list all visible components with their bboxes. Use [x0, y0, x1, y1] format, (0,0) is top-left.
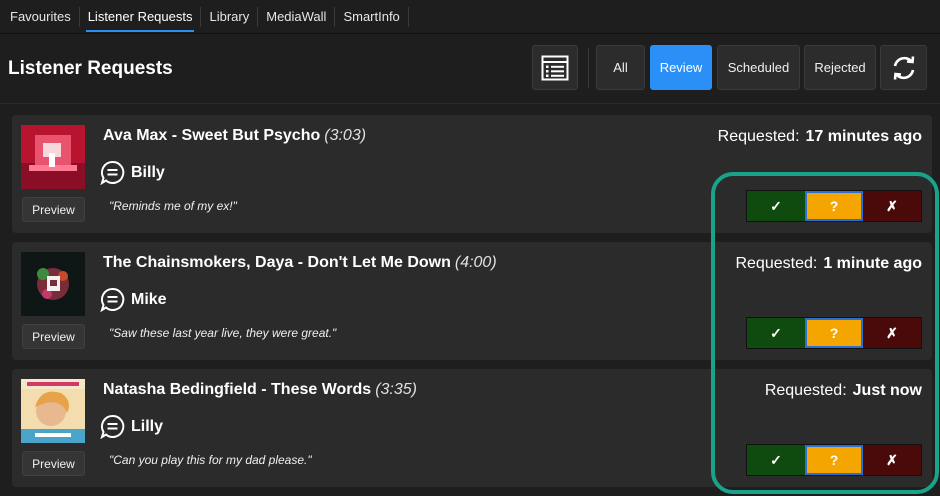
list-view-icon — [541, 55, 569, 80]
requester: Mike — [100, 287, 167, 312]
chat-bubble-icon — [100, 160, 125, 185]
filter-all-button[interactable]: All — [596, 45, 645, 90]
song-title: Ava Max - Sweet But Psycho (3:03) — [103, 127, 367, 144]
request-note: "Saw these last year live, they were gre… — [109, 326, 337, 340]
tab-listener-requests[interactable]: Listener Requests — [80, 6, 202, 32]
song-title: The Chainsmokers, Daya - Don't Let Me Do… — [103, 254, 497, 271]
tab-bar: Favourites Listener Requests Library Med… — [0, 0, 940, 34]
chat-bubble-icon — [100, 414, 125, 439]
album-art — [21, 125, 85, 189]
preview-button[interactable]: Preview — [22, 197, 85, 222]
tab-favourites[interactable]: Favourites — [2, 6, 80, 27]
tab-smartinfo[interactable]: SmartInfo — [335, 6, 409, 27]
requester: Billy — [100, 160, 165, 185]
list-view-button[interactable] — [532, 45, 578, 90]
preview-button[interactable]: Preview — [22, 324, 85, 349]
tab-mediawall[interactable]: MediaWall — [258, 6, 336, 27]
request-note: "Reminds me of my ex!" — [109, 199, 237, 213]
requester-name: Lilly — [131, 417, 164, 435]
header-divider — [588, 48, 589, 88]
song-title: Natasha Bedingfield - These Words (3:35) — [103, 381, 417, 398]
requester-name: Billy — [131, 163, 165, 181]
actions-highlight-outline — [711, 172, 939, 494]
chat-bubble-icon — [100, 287, 125, 312]
page-title: Listener Requests — [8, 58, 173, 79]
requester-name: Mike — [131, 290, 167, 308]
requested-time: Requested: 17 minutes ago — [717, 128, 922, 145]
tab-library[interactable]: Library — [201, 6, 259, 27]
filter-scheduled-button[interactable]: Scheduled — [717, 45, 800, 90]
refresh-icon — [893, 55, 914, 80]
album-art — [21, 252, 85, 316]
page-header: Listener Requests All Review Scheduled R… — [0, 34, 940, 104]
album-art — [21, 379, 85, 443]
filter-review-button[interactable]: Review — [650, 45, 712, 90]
requester: Lilly — [100, 414, 163, 439]
refresh-button[interactable] — [880, 45, 927, 90]
filter-rejected-button[interactable]: Rejected — [804, 45, 876, 90]
preview-button[interactable]: Preview — [22, 451, 85, 476]
request-note: "Can you play this for my dad please." — [109, 453, 312, 467]
